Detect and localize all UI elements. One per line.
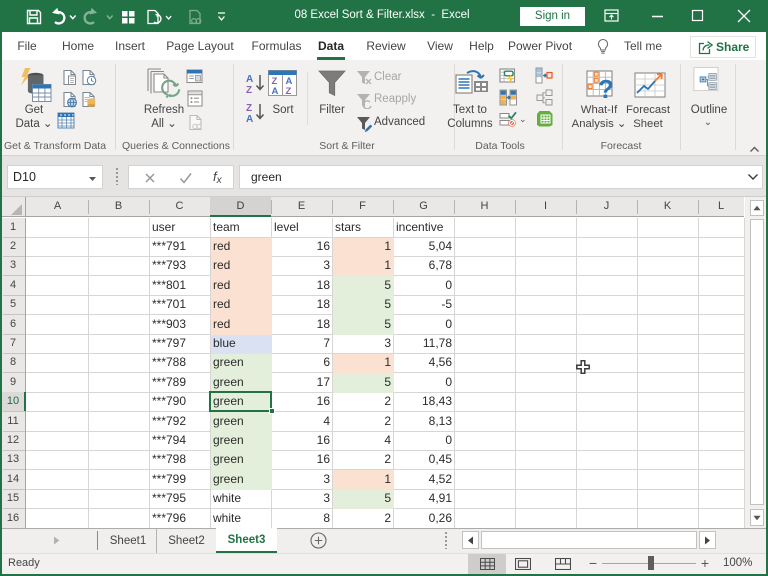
svg-text:A: A (246, 114, 253, 123)
svg-text:Z: Z (246, 85, 252, 94)
svg-text:A: A (246, 74, 253, 85)
svg-text:Z: Z (286, 86, 292, 96)
svg-text:?: ? (598, 74, 614, 102)
svg-text:A: A (272, 86, 279, 96)
svg-text:Z: Z (246, 103, 252, 114)
